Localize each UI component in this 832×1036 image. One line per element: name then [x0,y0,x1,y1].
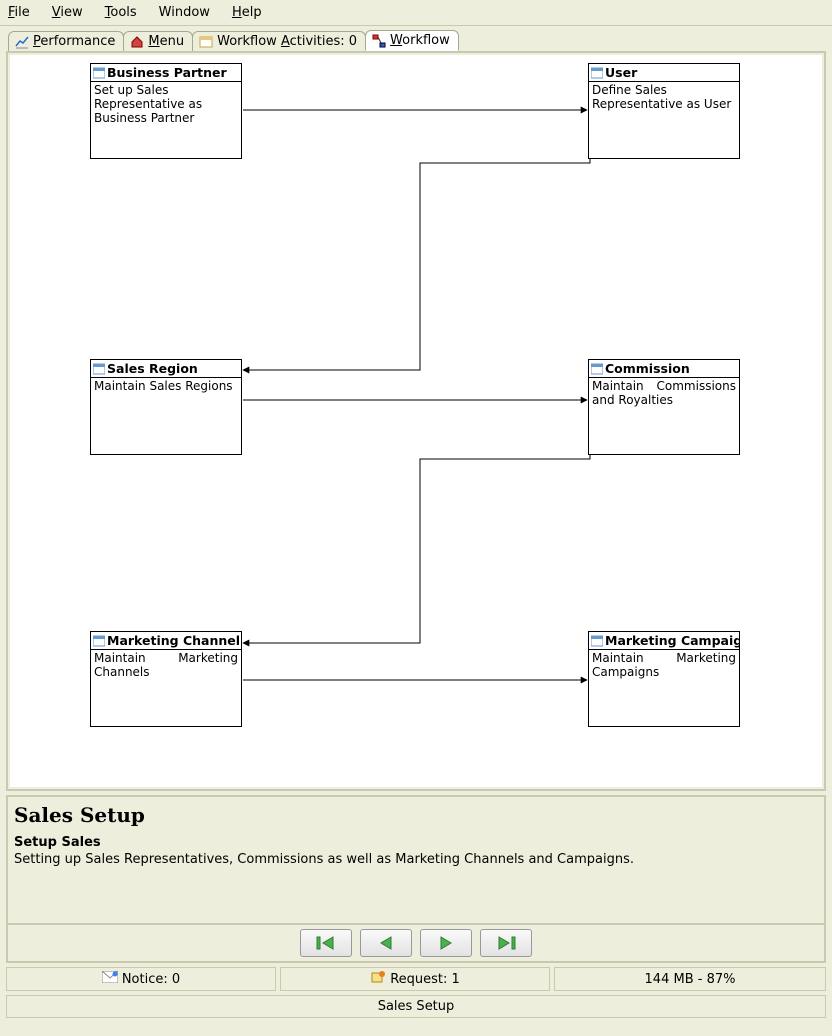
menu-view[interactable]: View [48,3,87,22]
node-desc: Maintain Commissions and Royalties [589,378,739,410]
window-icon [199,35,213,49]
node-commission[interactable]: Commission Maintain Commissions and Roya… [588,359,740,455]
last-icon [495,935,517,951]
node-desc: Define Sales Representative as User [589,82,739,114]
workflow-icon [372,34,386,48]
home-icon [130,35,144,49]
last-button[interactable] [480,929,532,957]
panel-body: Setting up Sales Representatives, Commis… [14,852,818,867]
node-business-partner[interactable]: Business Partner Set up Sales Representa… [90,63,242,159]
node-title: Sales Region [91,360,241,378]
tab-strip: Performance Menu Workflow Activities: 0 … [0,26,832,51]
next-icon [435,935,457,951]
node-desc: Set up Sales Representative as Business … [91,82,241,127]
node-desc: Maintain Marketing Campaigns [589,650,739,682]
description-panel: Sales Setup Setup Sales Setting up Sales… [6,795,826,925]
menu-file[interactable]: File [4,3,34,22]
node-user[interactable]: User Define Sales Representative as User [588,63,740,159]
prev-icon [375,935,397,951]
chart-icon [15,35,29,49]
tab-workflow[interactable]: Workflow [365,30,459,51]
next-button[interactable] [420,929,472,957]
node-desc: Maintain Marketing Channels [91,650,241,682]
menu-help[interactable]: Help [228,3,266,22]
tab-workflow-activities[interactable]: Workflow Activities: 0 [192,31,366,51]
panel-subtitle: Setup Sales [14,835,818,850]
node-title: Marketing Channel [91,632,241,650]
node-marketing-channel[interactable]: Marketing Channel Maintain Marketing Cha… [90,631,242,727]
window-icon [93,67,105,79]
workflow-canvas-frame: Business Partner Set up Sales Representa… [6,51,826,791]
tab-menu[interactable]: Menu [123,31,193,51]
window-icon [93,635,105,647]
window-icon [591,635,603,647]
menu-tools[interactable]: Tools [101,3,141,22]
node-title: Marketing Campaign [589,632,739,650]
panel-title: Sales Setup [14,803,818,827]
request-icon [370,970,386,988]
window-icon [93,363,105,375]
node-title: User [589,64,739,82]
node-desc: Maintain Sales Regions [91,378,241,396]
first-button[interactable] [300,929,352,957]
node-marketing-campaign[interactable]: Marketing Campaign Maintain Marketing Ca… [588,631,740,727]
workflow-canvas[interactable]: Business Partner Set up Sales Representa… [10,55,822,787]
first-icon [315,935,337,951]
menu-window[interactable]: Window [155,3,214,22]
prev-button[interactable] [360,929,412,957]
nav-row [6,925,826,963]
footer-title: Sales Setup [6,995,826,1018]
node-sales-region[interactable]: Sales Region Maintain Sales Regions [90,359,242,455]
status-bar: Notice: 0 Request: 1 144 MB - 87% [6,967,826,991]
menu-bar: File View Tools Window Help [0,0,832,26]
mail-icon [102,971,118,987]
window-icon [591,67,603,79]
status-notice[interactable]: Notice: 0 [6,967,276,991]
status-request[interactable]: Request: 1 [280,967,550,991]
node-title: Business Partner [91,64,241,82]
tab-performance[interactable]: Performance [8,31,124,51]
node-title: Commission [589,360,739,378]
status-memory: 144 MB - 87% [554,967,826,991]
window-icon [591,363,603,375]
